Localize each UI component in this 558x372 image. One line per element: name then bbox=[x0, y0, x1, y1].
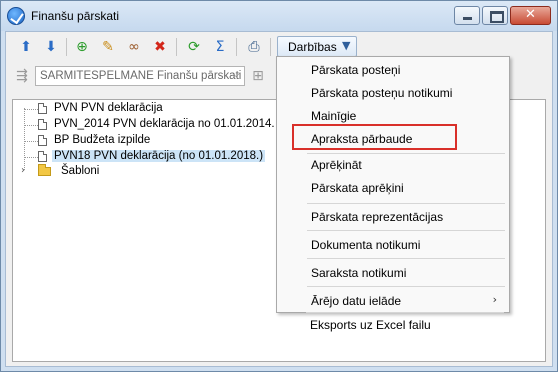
menu-separator bbox=[307, 203, 505, 204]
menu-separator bbox=[306, 312, 504, 313]
tree-item-label: PVN PVN deklarācija bbox=[54, 102, 163, 114]
minimize-button[interactable] bbox=[454, 6, 480, 25]
arrow-down-icon[interactable]: ⬇ bbox=[41, 37, 61, 57]
actions-label: Darbības bbox=[288, 40, 337, 54]
menu-item-report-calculations[interactable]: Pārskata aprēķini bbox=[311, 181, 404, 199]
menu-item-report-items[interactable]: Pārskata posteņi bbox=[311, 63, 400, 81]
new-doc-icon[interactable]: ⊕ bbox=[72, 37, 92, 57]
filter-icon[interactable]: ⇶ bbox=[12, 66, 32, 86]
tree-line bbox=[24, 141, 38, 143]
toolbar-separator bbox=[66, 38, 67, 56]
glasses-icon[interactable]: ∞ bbox=[124, 37, 144, 57]
menu-item-document-events[interactable]: Dokumenta notikumi bbox=[311, 238, 420, 256]
print-icon[interactable]: ⎙ bbox=[244, 37, 264, 57]
folder-icon bbox=[38, 164, 51, 176]
chevron-down-icon: ▼ bbox=[342, 39, 351, 52]
refresh-icon[interactable]: ⟳ bbox=[184, 37, 204, 57]
menu-item-report-item-events[interactable]: Pārskata posteņu notikumi bbox=[311, 86, 452, 104]
toolbar-separator bbox=[176, 38, 177, 56]
window-title: Finanšu pārskati bbox=[31, 9, 120, 23]
sum-icon[interactable]: Σ bbox=[210, 37, 230, 57]
tree-item-label: PVN_2014 PVN deklarācija no 01.01.2014. bbox=[54, 118, 275, 130]
tree-line bbox=[24, 108, 26, 170]
menu-separator bbox=[307, 230, 505, 231]
maximize-button[interactable] bbox=[482, 6, 508, 25]
menu-separator bbox=[307, 153, 505, 154]
submenu-arrow-icon: › bbox=[492, 293, 497, 306]
document-icon bbox=[38, 119, 47, 130]
close-button[interactable] bbox=[510, 6, 551, 25]
tree-line bbox=[24, 109, 38, 111]
app-icon bbox=[7, 7, 25, 25]
tree-line bbox=[24, 125, 38, 127]
menu-separator bbox=[307, 258, 505, 259]
document-icon bbox=[38, 151, 47, 162]
toolbar-separator bbox=[270, 38, 271, 56]
report-set-select[interactable]: SARMITESPELMANE Finanšu pārskati ⌵ bbox=[35, 66, 245, 86]
menu-item-calculate[interactable]: Aprēķināt bbox=[311, 158, 362, 176]
document-icon bbox=[38, 135, 47, 146]
toolbar-separator bbox=[236, 38, 237, 56]
add-filter-icon[interactable]: ⊞ bbox=[248, 66, 268, 86]
menu-separator bbox=[307, 286, 505, 287]
report-set-value: SARMITESPELMANE Finanšu pārskati bbox=[40, 70, 242, 82]
tree-item-label: BP Budžeta izpilde bbox=[54, 134, 151, 146]
chevron-down-icon: ⌵ bbox=[232, 69, 240, 80]
actions-dropdown-menu: Pārskata posteņi Pārskata posteņu notiku… bbox=[276, 56, 510, 313]
menu-item-external-data-import[interactable]: Ārējo datu ielāde bbox=[311, 294, 401, 312]
document-icon bbox=[38, 103, 47, 114]
menu-item-excel-export[interactable]: Eksports uz Excel failu bbox=[310, 318, 431, 336]
tree-item-label: Šabloni bbox=[61, 165, 100, 177]
menu-item-list-events[interactable]: Saraksta notikumi bbox=[311, 266, 406, 284]
expand-icon[interactable]: › bbox=[21, 165, 25, 176]
arrow-up-icon[interactable]: ⬆ bbox=[16, 37, 36, 57]
actions-menu-button[interactable]: Darbības ▼ bbox=[277, 36, 357, 57]
title-bar[interactable]: Finanšu pārskati bbox=[1, 1, 557, 31]
annotation-highlight-box bbox=[292, 124, 457, 150]
tree-line bbox=[24, 157, 38, 159]
menu-item-report-representations[interactable]: Pārskata reprezentācijas bbox=[311, 210, 443, 228]
edit-icon[interactable]: ✎ bbox=[98, 37, 118, 57]
delete-icon[interactable]: ✖ bbox=[150, 37, 170, 57]
tree-item-label: PVN18 PVN deklarācija (no 01.01.2018.) bbox=[52, 150, 266, 162]
